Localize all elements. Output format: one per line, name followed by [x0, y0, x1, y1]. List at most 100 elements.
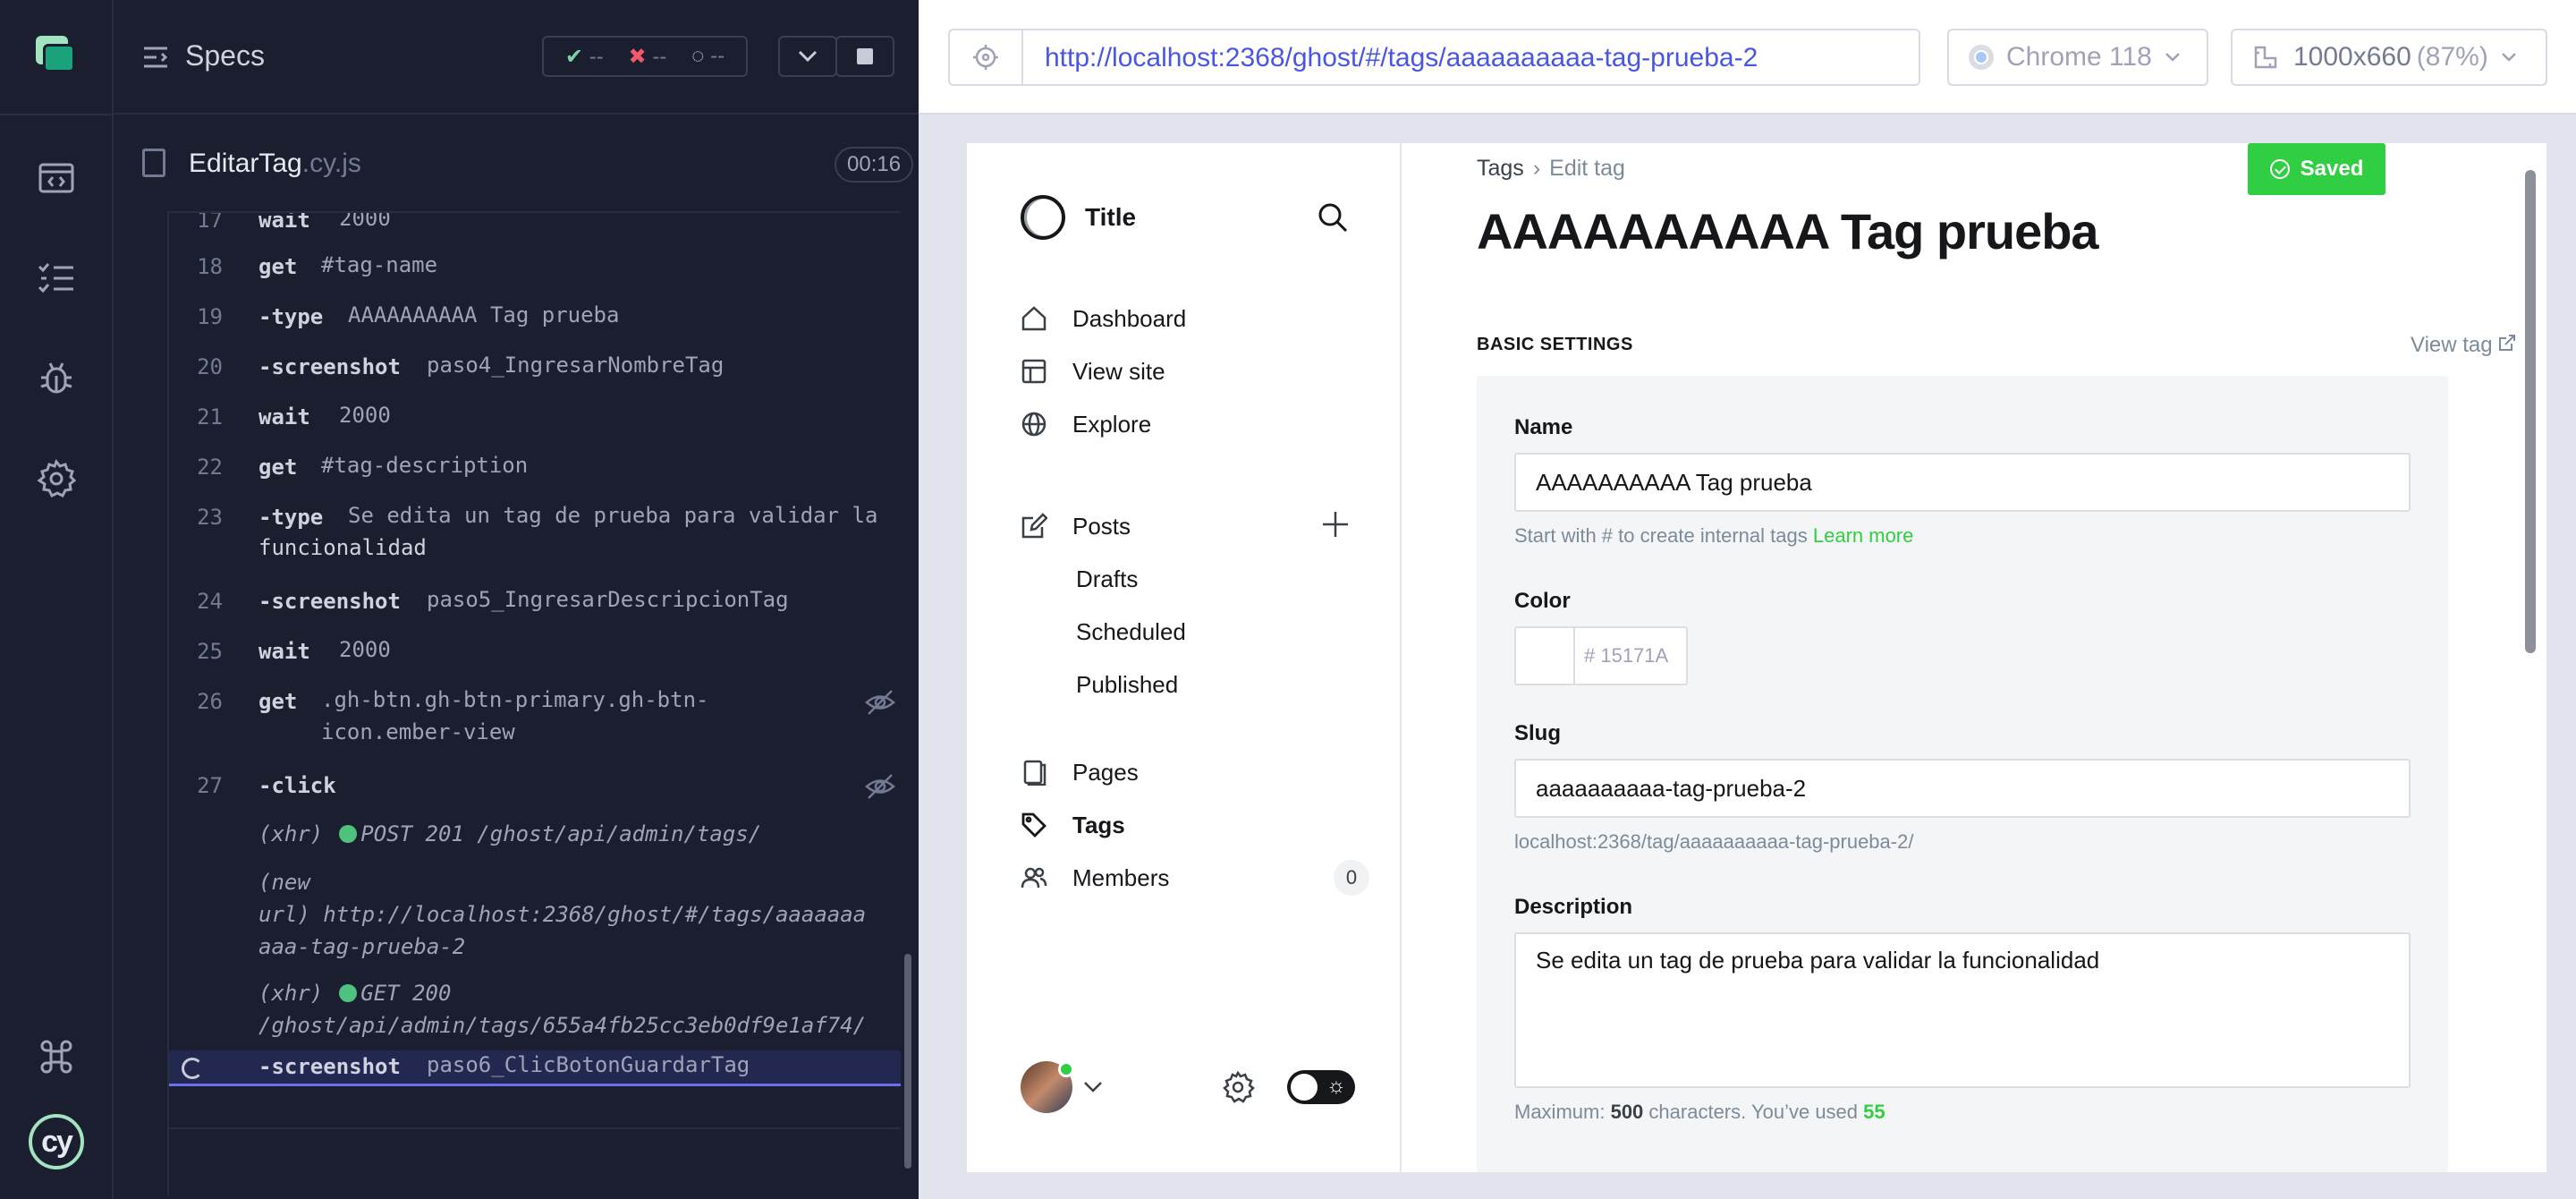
- globe-icon: [1021, 412, 1046, 437]
- nav-pages[interactable]: Pages: [1021, 753, 1369, 792]
- nav-dashboard[interactable]: Dashboard: [1021, 299, 1369, 338]
- members-count-badge: 0: [1334, 860, 1369, 896]
- command-row[interactable]: 17 wait 2000: [169, 213, 901, 240]
- document-icon: [142, 149, 165, 177]
- spec-file-name: EditarTag.cy.js: [189, 149, 361, 178]
- settings-gear-icon[interactable]: [36, 458, 77, 499]
- tag-slug-input[interactable]: aaaaaaaaaa-tag-prueba-2: [1514, 759, 2411, 818]
- url-bar[interactable]: http://localhost:2368/ghost/#/tags/aaaaa…: [948, 29, 1920, 86]
- specs-title[interactable]: Specs: [185, 39, 265, 72]
- xhr-log-entry[interactable]: (xhr) GET 200 /ghost/api/admin/tags/655a4…: [258, 977, 885, 1042]
- ruler-icon: [2254, 46, 2277, 69]
- chrome-icon: [1969, 45, 1994, 70]
- chevron-down-icon: [2165, 53, 2180, 62]
- command-row[interactable]: 20 -screenshot paso4_IngresarNombreTag: [169, 353, 901, 387]
- chevron-right-icon: ›: [1532, 156, 1541, 181]
- nav-tags[interactable]: Tags: [1021, 805, 1369, 845]
- learn-more-link[interactable]: Learn more: [1813, 524, 1914, 547]
- layout-icon: [1021, 359, 1046, 384]
- nav-posts[interactable]: Posts: [1021, 506, 1369, 546]
- new-post-plus-icon[interactable]: [1321, 510, 1350, 539]
- cypress-cy-logo-icon[interactable]: cy: [29, 1114, 84, 1169]
- check-icon: ✔: [564, 44, 584, 69]
- eye-slash-icon[interactable]: [865, 689, 895, 716]
- active-command-row[interactable]: -screenshot paso6_ClicBotonGuardarTag: [169, 1050, 901, 1086]
- pages-icon: [1023, 760, 1046, 786]
- browser-toolbar: http://localhost:2368/ghost/#/tags/aaaaa…: [919, 0, 2576, 115]
- pencil-square-icon: [1021, 513, 1047, 539]
- description-label: Description: [1514, 895, 1633, 919]
- specs-nav-icon[interactable]: [36, 157, 77, 199]
- ghost-admin-frame: Title Dashboard View site Explore Posts …: [967, 143, 2546, 1172]
- sun-icon: ☼: [1326, 1074, 1346, 1098]
- site-title: Title: [1085, 203, 1137, 231]
- command-row[interactable]: 23 -type Se edita un tag de prueba para va…: [169, 503, 901, 569]
- command-row[interactable]: 24 -screenshot paso5_IngresarDescripcionTa…: [169, 587, 901, 621]
- site-header[interactable]: Title: [1021, 195, 1136, 240]
- passed-stat: ✔ --: [564, 44, 604, 69]
- scrollbar-thumb[interactable]: [904, 954, 911, 1169]
- chevron-down-icon: [798, 50, 818, 63]
- failed-stat: ✖ --: [628, 44, 667, 69]
- page-title: AAAAAAAAAA Tag prueba: [1477, 203, 2099, 259]
- command-row[interactable]: 22 get #tag-description: [169, 453, 901, 487]
- xhr-log-entry[interactable]: (xhr) POST 201 /ghost/api/admin/tags/: [258, 818, 885, 850]
- command-row[interactable]: 18 get #tag-name: [169, 252, 901, 286]
- nav-view-site[interactable]: View site: [1021, 352, 1369, 391]
- command-row[interactable]: 19 -type AAAAAAAAAA Tag prueba: [169, 302, 901, 336]
- status-dot: [339, 825, 358, 843]
- sidebar-footer: ☼: [1021, 1061, 1378, 1115]
- search-icon[interactable]: [1318, 202, 1348, 233]
- keyboard-shortcuts-icon[interactable]: [36, 1036, 77, 1077]
- stop-button[interactable]: [835, 36, 894, 77]
- tag-editor: Tags › Edit tag Saved AAAAAAAAAA Tag prueb…: [1402, 143, 2546, 1172]
- viewport-selector[interactable]: 1000x660 (87%): [2231, 29, 2547, 86]
- command-row[interactable]: 27 -click: [169, 773, 901, 805]
- collapse-list-icon[interactable]: [142, 45, 169, 70]
- tag-name-input[interactable]: AAAAAAAAAA Tag prueba: [1514, 453, 2411, 512]
- tag-description-textarea[interactable]: Se edita un tag de prueba para validar l…: [1514, 932, 2411, 1088]
- expand-collapse-button[interactable]: [778, 36, 837, 77]
- cross-icon: ✖: [628, 44, 647, 69]
- breadcrumb-current: Edit tag: [1549, 156, 1625, 181]
- nav-drafts[interactable]: Drafts: [1021, 559, 1369, 599]
- tag-icon: [1021, 812, 1046, 838]
- color-swatch[interactable]: [1516, 628, 1575, 684]
- current-url[interactable]: http://localhost:2368/ghost/#/tags/aaaaa…: [1045, 43, 1758, 73]
- color-hex-input[interactable]: # 15171A: [1584, 644, 1668, 668]
- color-picker[interactable]: # 15171A: [1514, 626, 1688, 685]
- command-log: 17 wait 2000 18 get #tag-name 19 -type AAAAAAA…: [167, 211, 901, 1195]
- save-button[interactable]: Saved: [2248, 143, 2385, 195]
- breadcrumb-tags-link[interactable]: Tags: [1477, 156, 1524, 181]
- stop-icon: [857, 48, 873, 64]
- chevron-down-icon[interactable]: [1083, 1081, 1103, 1093]
- breadcrumb: Tags › Edit tag: [1477, 156, 1625, 182]
- nav-explore[interactable]: Explore: [1021, 404, 1369, 444]
- site-logo-icon: [1021, 195, 1065, 240]
- icon-rail: cy: [0, 0, 114, 1199]
- browser-selector[interactable]: Chrome 118: [1947, 29, 2208, 86]
- eye-slash-icon[interactable]: [865, 773, 895, 800]
- command-row[interactable]: 25 wait 2000: [169, 637, 901, 671]
- dark-mode-toggle[interactable]: ☼: [1287, 1070, 1355, 1104]
- name-label: Name: [1514, 415, 1573, 439]
- specs-header: Specs ✔ -- ✖ -- ◌ --: [114, 0, 919, 115]
- debug-bug-icon[interactable]: [36, 358, 77, 399]
- run-timer: 00:16: [835, 147, 914, 183]
- command-log-scrollbar[interactable]: [901, 211, 915, 1195]
- crosshair-icon: [973, 45, 998, 70]
- view-tag-link[interactable]: View tag: [2411, 333, 2516, 358]
- runs-nav-icon[interactable]: [36, 258, 77, 299]
- nav-published[interactable]: Published: [1021, 665, 1369, 704]
- settings-gear-icon[interactable]: [1221, 1070, 1255, 1104]
- command-row[interactable]: 26 get .gh-btn.gh-btn-primary.gh-btn-icon.…: [169, 687, 901, 753]
- command-row[interactable]: 21 wait 2000: [169, 403, 901, 437]
- content-scrollbar[interactable]: [2525, 170, 2536, 653]
- selector-playground-button[interactable]: [950, 30, 1023, 84]
- nav-members[interactable]: Members 0: [1021, 858, 1369, 897]
- nav-scheduled[interactable]: Scheduled: [1021, 612, 1369, 651]
- test-stats: ✔ -- ✖ -- ◌ --: [542, 36, 748, 77]
- new-url-log-entry[interactable]: (new url) http://localhost:2368/ghost/#/…: [258, 866, 885, 963]
- spec-file-header: EditarTag.cy.js 00:16: [142, 134, 914, 197]
- divider: [0, 114, 114, 115]
